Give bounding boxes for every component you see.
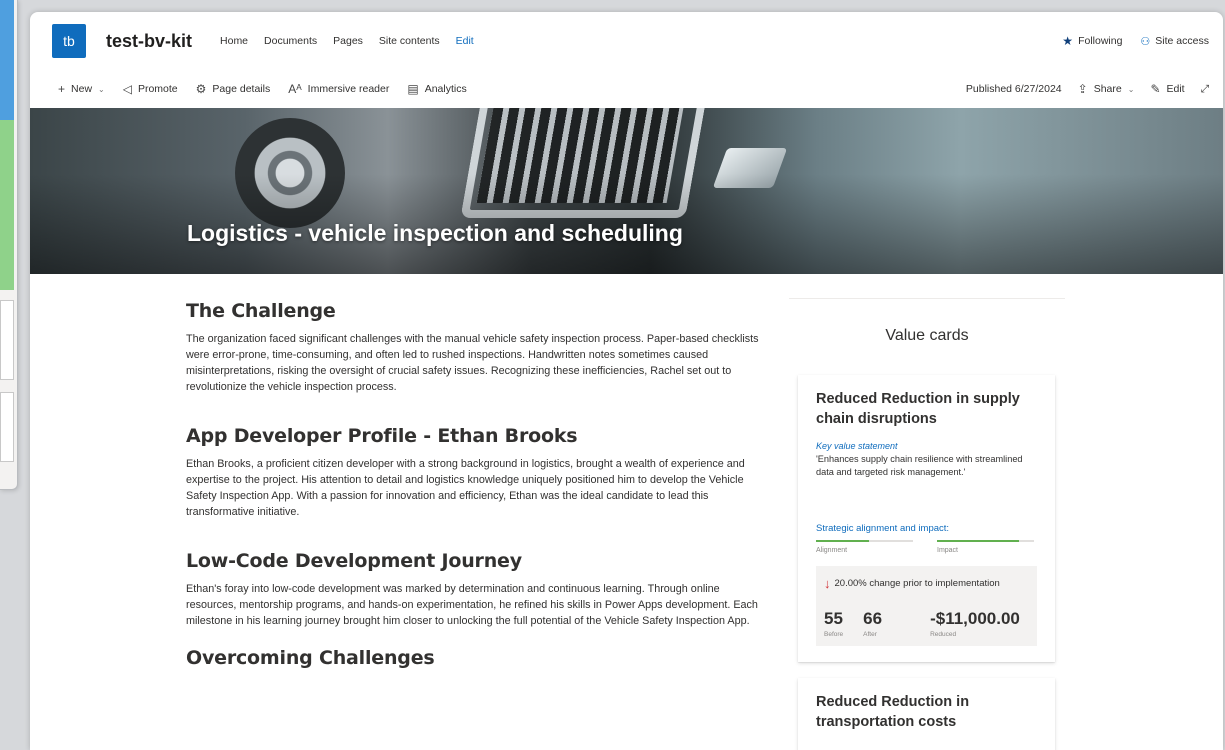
immersive-reader-button[interactable]: Aᴬ Immersive reader [288,82,389,96]
site-access-button[interactable]: ⚇ Site access [1140,35,1209,48]
megaphone-icon: ◁ [122,82,132,96]
before-metric: 55 Before [824,609,843,638]
nav-site-contents[interactable]: Site contents [379,35,440,47]
value-card[interactable]: Reduced Reduction in transportation cost… [798,678,1055,750]
share-button[interactable]: ⇪ Share ⌄ [1078,82,1135,96]
after-metric: 66 After [863,609,882,638]
background-window-panel [0,300,14,380]
alignment-track [816,540,913,542]
before-label: Before [824,631,844,638]
arrow-down-icon: ↓ [824,576,831,591]
edit-button[interactable]: ✎ Edit [1150,82,1184,96]
site-header: tb test-bv-kit Home Documents Pages Site… [30,12,1223,70]
section-heading: App Developer Profile - Ethan Brooks [186,425,578,447]
section-body: The organization faced significant chall… [186,333,759,393]
after-label: After [863,631,877,638]
section-heading: Overcoming Challenges [186,647,435,669]
site-nav: Home Documents Pages Site contents Edit [220,35,474,47]
site-access-label: Site access [1155,35,1209,47]
impact-label: Impact [937,547,959,554]
gear-icon: ⚙ [195,82,207,96]
strategic-alignment-label: Strategic alignment and impact: [816,523,950,534]
reduced-value: -$11,000.00 [930,609,1020,628]
promote-button[interactable]: ◁ Promote [123,82,178,96]
plus-icon: + [58,82,66,96]
background-window-strip [0,120,14,290]
impact-bar: Impact [937,540,1034,554]
people-icon: ⚇ [1140,35,1151,48]
analytics-button[interactable]: ▤ Analytics [407,82,466,96]
expand-icon[interactable]: ⤢ [1201,83,1209,96]
reduced-label: Reduced [930,631,957,638]
section-heading: The Challenge [186,300,336,322]
published-status: Published 6/27/2024 [965,83,1062,95]
star-icon: ★ [1062,34,1074,48]
background-window-panel [0,392,14,462]
edit-label: Edit [1166,83,1185,95]
section-heading: Low-Code Development Journey [186,550,522,572]
pencil-icon: ✎ [1150,82,1161,96]
new-label: New [71,83,93,95]
article-section: Low-Code Development Journey Ethan's for… [186,550,766,629]
value-card-title: Reduced Reduction in supply chain disrup… [816,391,1020,427]
browser-window: tb test-bv-kit Home Documents Pages Site… [30,12,1223,750]
impact-fill [937,540,1020,542]
alignment-bar: Alignment [816,540,913,554]
article-section: The Challenge The organization faced sig… [186,300,766,395]
impact-track [937,540,1034,542]
site-logo[interactable]: tb [52,24,86,58]
page-details-button[interactable]: ⚙ Page details [196,82,271,96]
change-text: 20.00% change prior to implementation [834,578,1000,589]
background-window [0,0,18,490]
page-title: Logistics - vehicle inspection and sched… [187,220,683,246]
nav-edit[interactable]: Edit [456,35,474,47]
alignment-fill [816,540,870,542]
site-title[interactable]: test-bv-kit [106,31,192,52]
chevron-down-icon: ⌄ [98,84,105,94]
chevron-down-icon: ⌄ [1127,84,1135,94]
header-actions: ★ Following ⚇ Site access [1062,12,1209,70]
page-details-label: Page details [212,83,271,95]
nav-home[interactable]: Home [220,35,248,47]
share-icon: ⇪ [1077,82,1088,96]
following-label: Following [1078,35,1123,47]
section-body: Ethan's foray into low-code development … [186,583,758,627]
new-button[interactable]: + New ⌄ [58,82,105,96]
section-body: Ethan Brooks, a proficient citizen devel… [186,458,745,518]
alignment-label: Alignment [816,547,848,554]
nav-pages[interactable]: Pages [333,35,363,47]
before-value: 55 [824,609,843,628]
share-label: Share [1093,83,1122,95]
change-indicator: ↓ 20.00% change prior to implementation [824,576,1029,591]
metric-values: 55 Before 66 After -$11,000.00 Reduced [824,609,1029,638]
promote-label: Promote [137,83,178,95]
immersive-reader-icon: Aᴬ [288,82,302,96]
key-value-label: Key value statement [816,441,898,451]
nav-documents[interactable]: Documents [264,35,317,47]
divider [789,298,1065,299]
following-button[interactable]: ★ Following [1062,34,1122,48]
alignment-impact-bars: Alignment Impact [816,540,1037,554]
hero-banner: Logistics - vehicle inspection and sched… [30,108,1223,274]
immersive-reader-label: Immersive reader [307,83,390,95]
value-card-title: Reduced Reduction in transportation cost… [816,694,970,730]
value-cards-heading: Value cards [885,327,969,344]
key-value-text: 'Enhances supply chain resilience with s… [816,454,1023,477]
after-value: 66 [863,609,883,628]
command-bar-right: Published 6/27/2024 ⇪ Share ⌄ ✎ Edit ⤢ [966,70,1209,108]
background-window-strip [0,0,14,120]
reduced-metric: -$11,000.00 Reduced [930,609,1020,638]
article: The Challenge The organization faced sig… [186,300,766,699]
value-cards-webpart: Value cards Reduced Reduction in supply … [789,298,1065,750]
article-section: Overcoming Challenges [186,647,766,669]
analytics-icon: ▤ [407,82,419,96]
metrics-panel: ↓ 20.00% change prior to implementation … [816,566,1037,646]
analytics-label: Analytics [424,83,467,95]
command-bar: + New ⌄ ◁ Promote ⚙ Page details Aᴬ Imme… [30,70,1223,108]
article-section: App Developer Profile - Ethan Brooks Eth… [186,425,766,520]
value-card[interactable]: Reduced Reduction in supply chain disrup… [798,375,1055,662]
